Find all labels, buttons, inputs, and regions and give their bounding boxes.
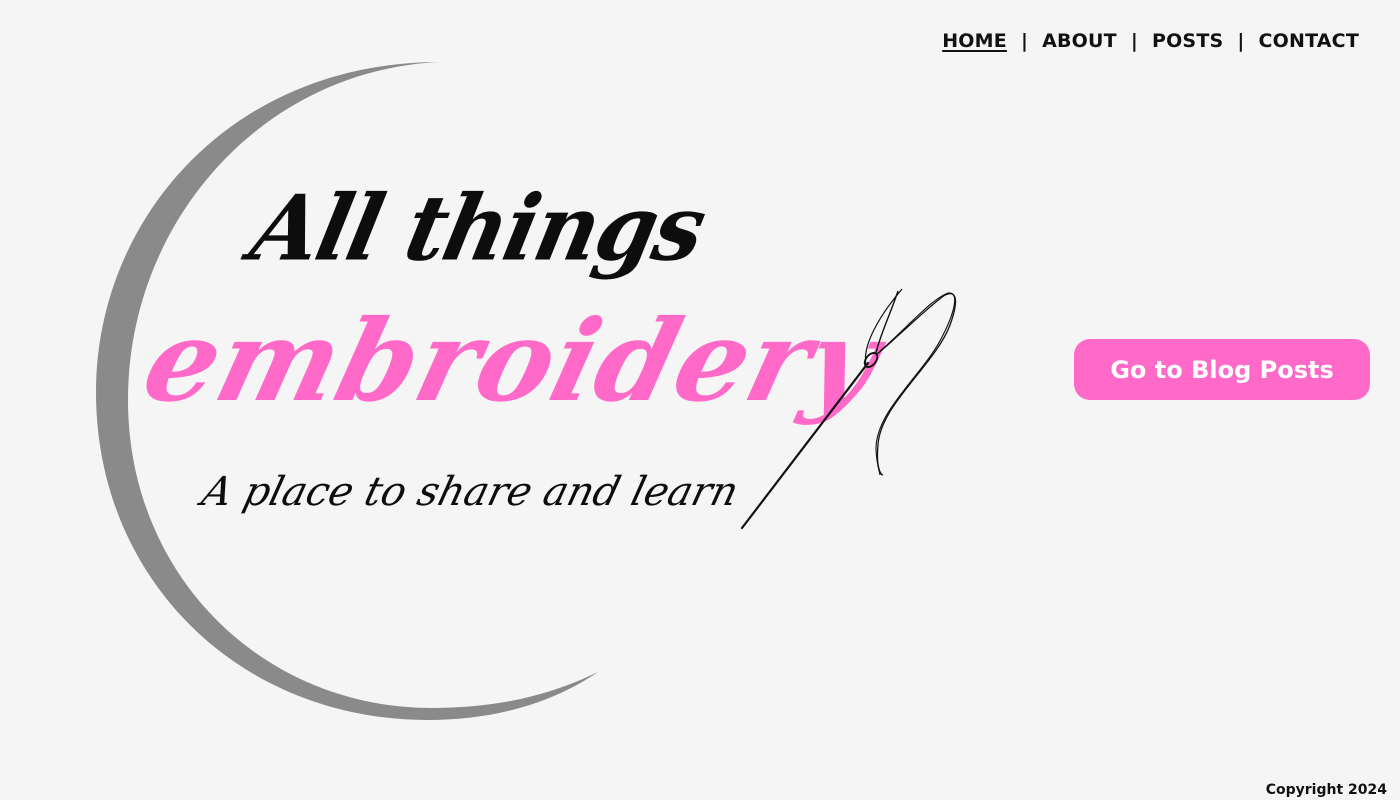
- nav-link-posts[interactable]: POSTS: [1152, 30, 1223, 52]
- nav-link-contact[interactable]: CONTACT: [1259, 30, 1360, 52]
- needle-and-thread-icon: [740, 288, 957, 530]
- main-nav: HOME | ABOUT | POSTS | CONTACT: [942, 30, 1359, 52]
- copyright-text: Copyright 2024: [1265, 782, 1387, 798]
- go-to-blog-posts-button[interactable]: Go to Blog Posts: [1074, 339, 1370, 400]
- hero-title-top: All things: [242, 175, 713, 282]
- nav-link-home[interactable]: HOME: [942, 30, 1007, 52]
- home-page: HOME | ABOUT | POSTS | CONTACT All thing…: [0, 0, 1400, 800]
- nav-separator: |: [1020, 30, 1029, 52]
- nav-separator: |: [1130, 30, 1138, 52]
- nav-link-about[interactable]: ABOUT: [1042, 30, 1117, 52]
- hero-tagline: A place to share and learn: [197, 469, 744, 515]
- nav-separator: |: [1237, 30, 1245, 52]
